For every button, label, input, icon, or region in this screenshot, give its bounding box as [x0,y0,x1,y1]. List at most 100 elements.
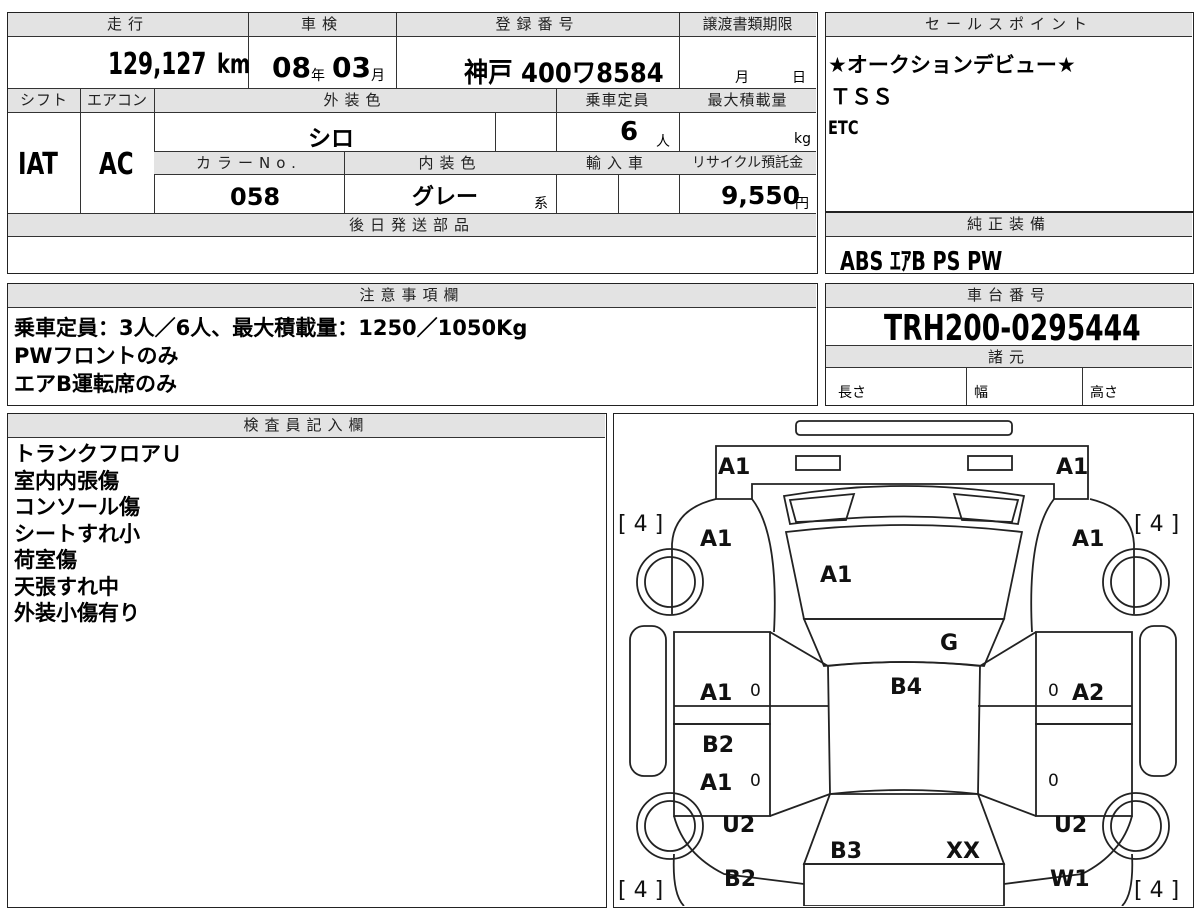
fender-left-inner [751,498,776,633]
fender-right-outline [1089,498,1135,614]
pillar-right-front [979,631,1037,667]
sales-point-line-2: ＴＳＳ [830,85,893,109]
sales-point-line-3: ETC [828,117,859,139]
transfer-deadline-header: 譲渡書類期限 [679,13,816,37]
mileage-unit: km [217,49,251,80]
mark-rear-center: B3 [830,839,862,864]
inspection-header: 車検 [248,13,396,37]
max-load-unit: kg [794,131,811,147]
grille [782,485,1026,526]
front-bumper-strip [795,420,1013,436]
inspector-header: 検査員記入欄 [8,414,605,438]
chassis-number: TRH200-0295444 [884,308,1141,349]
height-label: 高さ [1090,385,1118,401]
ac-value: AC [99,147,134,182]
mark-rear-door-left-lower: A1 [700,771,732,796]
notes-line-2: PWフロントのみ [14,344,179,368]
mark-front-door-right: A2 [1072,681,1104,706]
pillar-left-rear [769,793,831,817]
tire-mark-front-right: [ 4 ] [1134,512,1179,537]
inspector-line-7: 外装小傷有り [14,601,140,625]
tire-rear-right-inner [1110,800,1162,852]
inspector-line-2: 室内内張傷 [14,469,119,493]
front-bumper [715,445,1089,500]
inspector-line-5: 荷室傷 [14,548,77,572]
genuine-equipment-box: 純正装備 ABS ｴｱB PS PW [825,212,1194,277]
mark-fender-right: A1 [1072,527,1104,552]
registration-value: 神戸 400ワ8584 [464,58,664,89]
mileage-value: 129,127 [108,47,207,82]
mark-quarter-left: U2 [722,813,755,838]
tire-rear-right [1102,792,1170,860]
ac-header: エアコン [80,89,154,113]
interior-color-value: グレー [412,185,479,210]
registration-header: 登録番号 [396,13,679,37]
mark-front-door-left: A1 [700,681,732,706]
mark-fender-left: A1 [700,527,732,552]
length-label: 長さ [838,385,866,401]
zero-front-door-right: 0 [1048,681,1059,701]
tire-front-right-inner [1110,556,1162,608]
exterior-color-header: 外装色 [154,89,556,113]
interior-color-suffix: 系 [534,196,548,212]
tire-rear-left-inner [644,800,696,852]
notes-header: 注意事項欄 [8,284,816,308]
mark-windshield: G [940,631,958,656]
tire-front-right [1102,548,1170,616]
inspector-box: 検査員記入欄 トランクフロアＵ 室内内張傷 コンソール傷 シートすれ小 荷室傷 … [7,413,607,908]
tire-front-left-inner [644,556,696,608]
exterior-color-value: シロ [308,126,354,152]
sales-point-box: セールスポイント ★オークションデビュー★ ＴＳＳ ETC [825,12,1194,212]
zero-rear-door-right: 0 [1048,771,1059,791]
front-lamp-left [795,455,841,471]
inspector-line-3: コンソール傷 [14,495,140,519]
mark-hood: A1 [820,563,852,588]
shift-value: IAT [18,147,58,182]
side-strip-left [629,625,667,777]
shift-header: シフト [8,89,80,113]
mark-quarter-right: U2 [1054,813,1087,838]
transfer-day-unit: 日 [792,70,806,86]
tire-front-left [636,548,704,616]
sales-point-line-1: ★オークションデビュー★ [828,53,1076,77]
tire-mark-rear-right: [ 4 ] [1134,878,1179,903]
mark-front-right-top: A1 [1056,455,1088,480]
inspector-line-4: シートすれ小 [14,522,140,546]
import-header: 輸入車 [556,152,679,175]
mark-rear-door-left-upper: B2 [702,733,734,758]
specs-header: 諸元 [826,346,1192,368]
car-damage-diagram: [ 4 ] [ 4 ] [ 4 ] [ 4 ] A1 A1 A1 A1 A1 G… [613,413,1194,908]
pillar-left-front [769,631,829,667]
inspection-year: 08 [272,51,311,84]
rear-door-right [1035,723,1133,817]
recycle-fee-unit: 円 [795,196,809,212]
inspector-line-1: トランクフロアＵ [14,442,182,466]
notes-line-1: 乗車定員：3人／6人、最大積載量：1250／1050Kg [14,316,528,340]
inspector-line-6: 天張すれ中 [14,575,119,599]
color-no-header: カラーNo. [154,152,344,175]
chassis-box: 車台番号 TRH200-0295444 諸元 長さ 幅 高さ [825,283,1194,406]
fender-right-inner [1030,498,1055,633]
rear-corner-left [672,853,685,906]
recycle-fee-header: リサイクル預託金 [679,152,816,175]
mark-roof: B4 [890,675,922,700]
front-door-left [673,631,771,725]
notes-line-3: エアB運転席のみ [14,372,178,396]
recycle-fee-value: 9,550 [721,181,801,210]
zero-rear-door-left: 0 [750,771,761,791]
capacity-value: 6 [620,117,639,147]
genuine-equipment-header: 純正装備 [826,213,1192,237]
fender-left-outline [671,498,717,614]
capacity-unit: 人 [656,134,670,150]
mark-rear-left: B2 [724,867,756,892]
inspection-month: 03 [332,51,371,84]
capacity-header: 乗車定員 [556,89,679,113]
interior-color-header: 内装色 [344,152,556,175]
zero-front-door-left: 0 [750,681,761,701]
car-outline-svg: [ 4 ] [ 4 ] [ 4 ] [ 4 ] A1 A1 A1 A1 A1 G… [618,420,1179,906]
pillar-right-rear [977,793,1037,817]
mark-rear-right: W1 [1050,867,1090,892]
sales-point-header: セールスポイント [826,13,1192,37]
rear-corner-right [1121,853,1134,906]
color-no-value: 058 [230,183,281,211]
